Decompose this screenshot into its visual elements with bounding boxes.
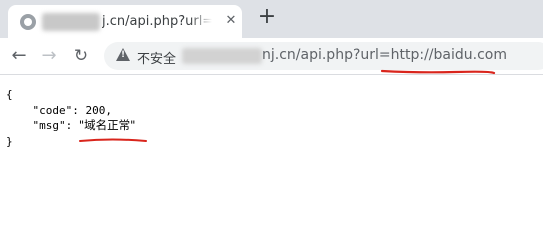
url-underline — [380, 69, 496, 75]
json-msg-value: "域名正常" — [78, 118, 136, 132]
json-open-brace: { — [6, 88, 13, 101]
json-close-brace: } — [6, 134, 13, 148]
json-response: { "code": 200, "msg": "域名正常" } — [6, 87, 135, 149]
json-msg-line: "msg": "域名正常" — [6, 118, 135, 134]
json-msg-key: "msg": — [6, 119, 79, 132]
json-code-line: "code": 200, — [6, 103, 112, 117]
